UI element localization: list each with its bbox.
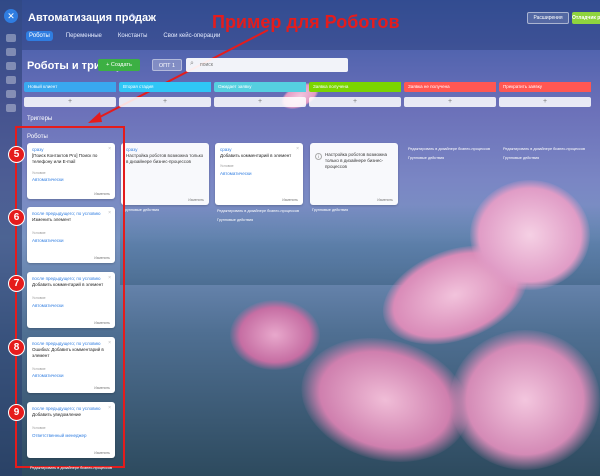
tab-robots[interactable]: Роботы	[26, 31, 53, 41]
search-field: ⌕	[186, 58, 348, 72]
stage-column: Заявка не получена +	[404, 82, 496, 112]
step-number-badge: 8	[8, 339, 25, 356]
close-icon[interactable]: ✕	[4, 9, 18, 23]
flower-decoration	[470, 180, 590, 290]
nav-icon[interactable]	[6, 62, 16, 70]
stage-columns: Новый клиент + Вторая стадия + Ожидает з…	[24, 82, 596, 112]
stage-header: Новый клиент	[24, 82, 116, 92]
info-message: Настройка роботов возможна только в диза…	[126, 153, 204, 164]
designer-link[interactable]: Редактировать в дизайнере бизнес-процесс…	[503, 147, 585, 151]
group-actions-link[interactable]: Групповые действия	[312, 208, 348, 212]
nav-icon[interactable]	[6, 48, 16, 56]
stage-column: Новый клиент +	[24, 82, 116, 112]
search-icon: ⌕	[190, 60, 194, 67]
triggers-label: Триггеры	[27, 116, 53, 122]
stage-header: Заявка получена	[309, 82, 401, 92]
add-stage-button[interactable]: +	[24, 97, 116, 107]
step-number-badge: 9	[8, 404, 25, 421]
stage-header: Прекратить заявку	[499, 82, 591, 92]
add-stage-button[interactable]: +	[214, 97, 306, 107]
info-icon: i	[315, 153, 322, 160]
stage-column: Заявка получена +	[309, 82, 401, 112]
annotation-frame	[15, 126, 125, 468]
stage-header: Заявка не получена	[404, 82, 496, 92]
edit-link[interactable]: Изменить	[282, 198, 298, 202]
tab-bar: Роботы Переменные Константы Свои кейс-оп…	[26, 31, 223, 41]
edit-link[interactable]: Изменить	[188, 198, 204, 202]
tab-variables[interactable]: Переменные	[63, 31, 105, 41]
group-actions-link[interactable]: Групповые действия	[217, 218, 253, 222]
nav-icon[interactable]	[6, 76, 16, 84]
flower-decoration	[450, 330, 600, 470]
step-number-badge: 7	[8, 275, 25, 292]
stage-column: Прекратить заявку +	[499, 82, 591, 112]
designer-link[interactable]: Редактировать в дизайнере бизнес-процесс…	[217, 209, 299, 213]
nav-icon[interactable]	[6, 90, 16, 98]
extensions-button[interactable]: Расширения	[527, 12, 569, 24]
stage-header: Ожидает заявку	[214, 82, 306, 92]
step-number-badge: 6	[8, 209, 25, 226]
robot-card[interactable]: сразу Настройка роботов возможна только …	[121, 143, 209, 205]
robot-trigger[interactable]: сразу	[126, 147, 204, 152]
step-number-badge: 5	[8, 146, 25, 163]
pipeline-select[interactable]: ОПТ 1	[152, 59, 182, 71]
pencil-icon[interactable]: ✎	[130, 12, 138, 23]
group-actions-link[interactable]: Групповые действия	[503, 156, 539, 160]
create-button[interactable]: + Создать	[98, 59, 140, 71]
designer-link[interactable]: Редактировать в дизайнере бизнес-процесс…	[30, 466, 112, 470]
group-actions-link[interactable]: Групповые действия	[408, 156, 444, 160]
nav-icon[interactable]	[6, 104, 16, 112]
robot-condition: Условие	[220, 164, 234, 168]
stage-header: Вторая стадия	[119, 82, 211, 92]
robot-card[interactable]: i Настройка роботов возможна только в ди…	[310, 143, 398, 205]
info-message: Настройка роботов возможна только в диза…	[325, 152, 387, 169]
robot-debugger-button[interactable]: Отладчик роботов	[572, 12, 600, 24]
stage-column: Ожидает заявку +	[214, 82, 306, 112]
stage-column: Вторая стадия +	[119, 82, 211, 112]
flower-decoration	[230, 300, 320, 370]
robot-trigger[interactable]: сразу	[220, 147, 298, 152]
group-actions-link[interactable]: Групповые действия	[123, 208, 159, 212]
edit-link[interactable]: Изменить	[377, 198, 393, 202]
add-stage-button[interactable]: +	[499, 97, 591, 107]
robot-name[interactable]: Добавить комментарий в элемент	[220, 153, 298, 159]
robot-card[interactable]: × сразу Добавить комментарий в элемент У…	[215, 143, 303, 205]
nav-icon[interactable]	[6, 34, 16, 42]
designer-link[interactable]: Редактировать в дизайнере бизнес-процесс…	[408, 147, 490, 151]
robot-executor[interactable]: Автоматически	[220, 171, 251, 176]
add-stage-button[interactable]: +	[309, 97, 401, 107]
add-stage-button[interactable]: +	[119, 97, 211, 107]
search-input[interactable]	[200, 60, 340, 70]
annotation-title: Пример для Роботов	[212, 12, 400, 32]
tab-constants[interactable]: Константы	[115, 31, 151, 41]
add-stage-button[interactable]: +	[404, 97, 496, 107]
